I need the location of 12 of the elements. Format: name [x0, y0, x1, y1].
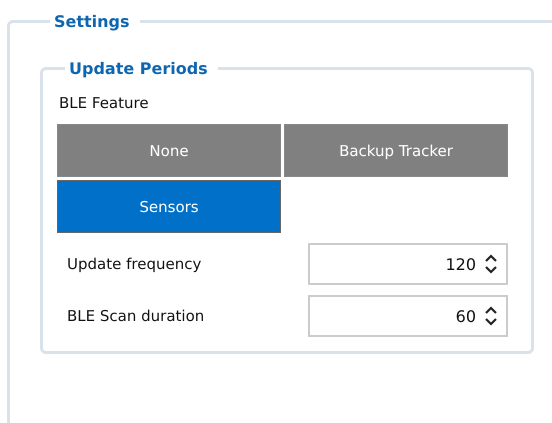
spin-arrows-icon[interactable]: [484, 254, 498, 274]
ble-feature-option[interactable]: Backup Tracker: [284, 124, 508, 177]
number-spinner[interactable]: 60: [308, 295, 508, 337]
spin-arrows-icon[interactable]: [484, 306, 498, 326]
field-label: BLE Scan duration: [67, 307, 204, 325]
settings-title: Settings: [53, 12, 131, 31]
ble-feature-option[interactable]: None: [57, 124, 281, 177]
field-label: Update frequency: [67, 255, 202, 273]
ble-feature-option[interactable]: Sensors: [57, 180, 281, 233]
ble-feature-label: BLE Feature: [59, 94, 150, 112]
update-periods-title: Update Periods: [68, 59, 209, 78]
number-spinner[interactable]: 120: [308, 243, 508, 285]
